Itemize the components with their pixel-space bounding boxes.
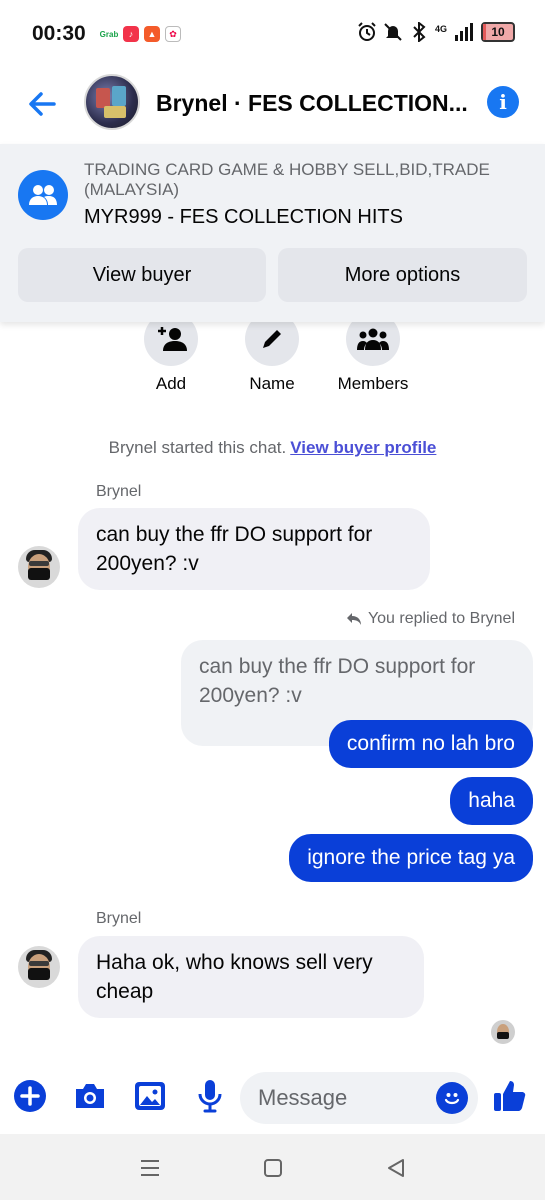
music-app-icon: ♪ bbox=[123, 26, 139, 42]
reply-note: You replied to Brynel bbox=[346, 610, 515, 628]
chat-started-notice: Brynel started this chat. View buyer prof… bbox=[0, 438, 545, 458]
back-icon[interactable] bbox=[382, 1154, 410, 1182]
members-label: Members bbox=[337, 374, 409, 393]
battery-percent: 10 bbox=[491, 25, 505, 39]
emoji-icon[interactable] bbox=[436, 1082, 468, 1114]
sender-name: Brynel bbox=[96, 483, 142, 500]
status-app-icons: Grab ♪ ▲ ✿ bbox=[100, 26, 181, 42]
menu-icon[interactable] bbox=[136, 1154, 164, 1182]
view-buyer-button[interactable]: View buyer bbox=[18, 248, 266, 302]
sender-avatar[interactable] bbox=[18, 546, 60, 588]
listing-title[interactable]: MYR999 - FES COLLECTION HITS bbox=[84, 206, 403, 229]
image-icon[interactable] bbox=[132, 1078, 168, 1114]
add-member-action[interactable]: Add bbox=[116, 312, 226, 394]
view-buyer-profile-link[interactable]: View buyer profile bbox=[290, 438, 436, 457]
outgoing-message[interactable]: confirm no lah bro bbox=[328, 720, 533, 768]
started-text: Brynel started this chat. bbox=[108, 438, 287, 457]
gallery-app-icon: ✿ bbox=[165, 26, 181, 42]
microphone-icon[interactable] bbox=[192, 1078, 228, 1114]
add-label: Add bbox=[155, 374, 187, 393]
name-action[interactable]: Name bbox=[217, 312, 327, 394]
sender-name: Brynel bbox=[96, 910, 142, 927]
svg-text:4G: 4G bbox=[435, 24, 447, 34]
home-icon[interactable] bbox=[259, 1154, 287, 1182]
chat-title[interactable]: Brynel · FES COLLECTION... bbox=[156, 90, 476, 117]
plus-icon[interactable] bbox=[12, 1078, 48, 1114]
outgoing-message[interactable]: haha bbox=[450, 777, 533, 825]
more-options-button[interactable]: More options bbox=[278, 248, 527, 302]
info-icon[interactable]: i bbox=[487, 86, 519, 118]
reply-icon bbox=[346, 613, 361, 625]
members-action[interactable]: Members bbox=[318, 312, 428, 394]
status-indicators: 4G 10 bbox=[357, 22, 515, 42]
seen-indicator-avatar bbox=[491, 1020, 515, 1044]
outgoing-message[interactable]: ignore the price tag ya bbox=[289, 834, 533, 882]
name-label: Name bbox=[249, 374, 295, 393]
back-arrow-icon[interactable] bbox=[24, 86, 60, 122]
mute-bell-icon bbox=[383, 22, 403, 42]
system-navigation-bar bbox=[0, 1134, 545, 1200]
grab-icon: Grab bbox=[99, 29, 119, 39]
incoming-message[interactable]: Haha ok, who knows sell very cheap bbox=[78, 936, 424, 1018]
thumbs-up-icon[interactable] bbox=[490, 1076, 530, 1116]
alarm-icon bbox=[357, 22, 377, 42]
group-people-icon bbox=[18, 170, 68, 220]
group-avatar[interactable] bbox=[84, 74, 140, 130]
chat-header: Brynel · FES COLLECTION... i bbox=[0, 70, 545, 142]
game-app-icon: ▲ bbox=[144, 26, 160, 42]
camera-icon[interactable] bbox=[72, 1078, 108, 1114]
status-bar: 00:30 Grab ♪ ▲ ✿ 4G 10 bbox=[0, 0, 545, 70]
reply-note-text: You replied to Brynel bbox=[367, 610, 515, 627]
bluetooth-icon bbox=[409, 22, 429, 42]
signal-icon: 4G bbox=[435, 22, 475, 42]
message-composer bbox=[0, 1066, 545, 1130]
sender-avatar[interactable] bbox=[18, 946, 60, 988]
battery-icon: 10 bbox=[481, 22, 515, 42]
group-name: TRADING CARD GAME & HOBBY SELL,BID,TRADE… bbox=[84, 160, 490, 199]
incoming-message[interactable]: can buy the ffr DO support for 200yen? :… bbox=[78, 508, 430, 590]
marketplace-banner: TRADING CARD GAME & HOBBY SELL,BID,TRADE… bbox=[0, 144, 545, 322]
status-time: 00:30 bbox=[32, 22, 86, 45]
